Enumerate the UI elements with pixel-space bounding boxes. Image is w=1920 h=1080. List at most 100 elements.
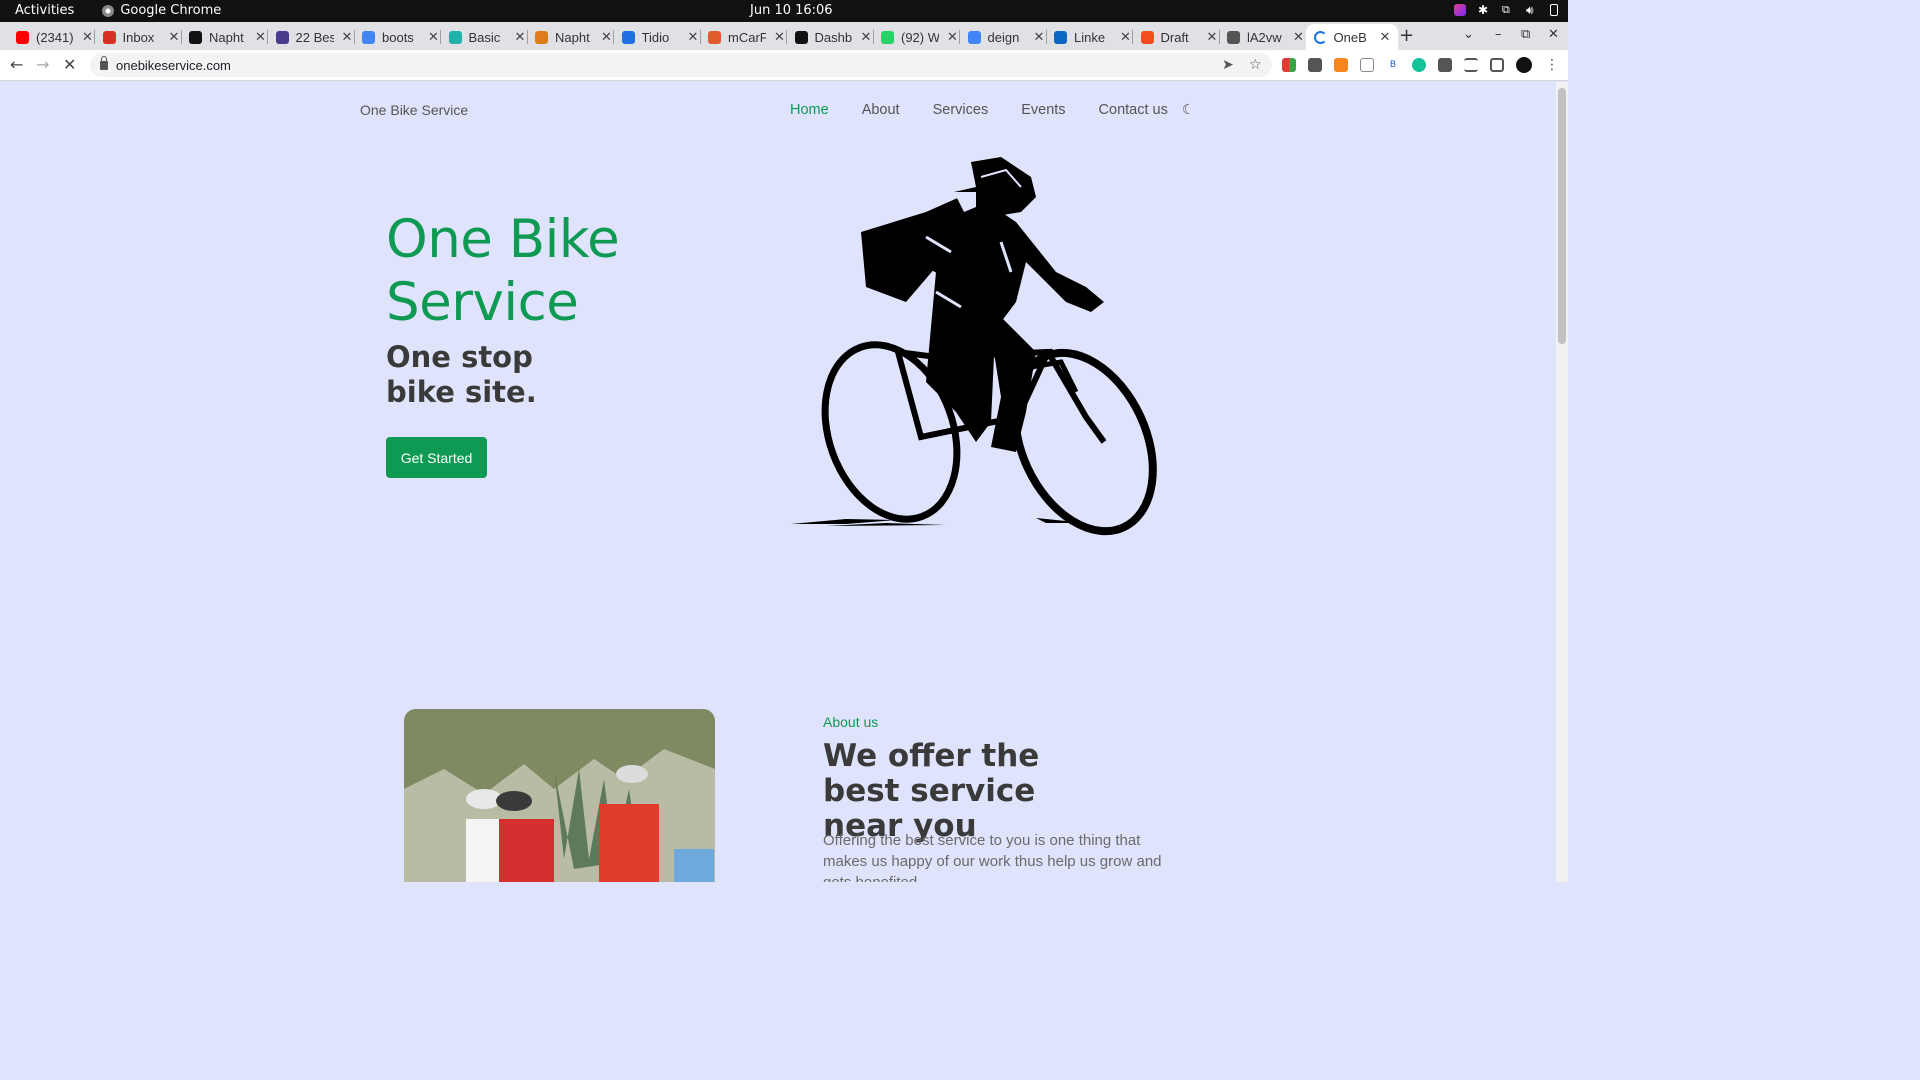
slack-tray-icon[interactable]: ✱ (1478, 4, 1490, 16)
tab-close-icon[interactable]: ✕ (861, 29, 872, 45)
hero-title: One Bike Service (386, 209, 620, 333)
volume-icon[interactable]: 🔊︎ (1526, 4, 1538, 16)
browser-tab[interactable]: mCarF ✕ (708, 26, 785, 48)
clock[interactable]: Jun 10 16:06 (750, 3, 833, 18)
browser-tab[interactable]: Dashb ✕ (794, 26, 872, 48)
moon-icon[interactable]: ☾ (1182, 102, 1195, 118)
chrome-icon (102, 4, 115, 17)
nav-link-about[interactable]: About (862, 102, 900, 118)
tab-close-icon[interactable]: ✕ (428, 29, 439, 45)
minimize-button[interactable]: – (1495, 27, 1502, 42)
site-icon (275, 30, 289, 44)
browser-tab[interactable]: Tidio ✕ (621, 26, 699, 48)
nav-link-contact-us[interactable]: Contact us (1099, 102, 1168, 118)
activities-button[interactable]: Activities (15, 3, 74, 18)
tab-close-icon[interactable]: ✕ (255, 29, 266, 45)
browser-tab[interactable]: (92) W ✕ (881, 26, 958, 48)
tab-label: mCarF (728, 29, 766, 45)
tab-close-icon[interactable]: ✕ (1207, 29, 1218, 45)
scrollbar-thumb[interactable] (1558, 88, 1566, 344)
page-scrollbar[interactable] (1556, 82, 1568, 882)
bitwarden-icon[interactable]: B (1386, 58, 1400, 72)
battery-icon[interactable] (1550, 4, 1558, 16)
extension-multicolor-icon[interactable] (1282, 58, 1296, 72)
toolbar: ← → ✕ onebikeservice.com ➤ ☆ B ⋮ (0, 50, 1568, 81)
google-icon (967, 30, 981, 44)
url-text[interactable]: onebikeservice.com (116, 58, 231, 73)
browser-tab[interactable]: Linke ✕ (1054, 26, 1131, 48)
nav-link-events[interactable]: Events (1021, 102, 1065, 118)
browser-tab[interactable]: Inbox ✕ (102, 26, 180, 48)
browser-tab[interactable]: Draft ✕ (1140, 26, 1218, 48)
browser-tab[interactable]: (2341) ✕ (16, 26, 93, 48)
address-bar[interactable]: onebikeservice.com (90, 53, 1272, 77)
side-panel-icon[interactable] (1490, 58, 1504, 72)
cyclists-photo-illustration (404, 709, 715, 882)
tab-separator (872, 30, 874, 44)
maximize-button[interactable]: ⧉ (1521, 27, 1530, 42)
tab-close-icon[interactable]: ✕ (1034, 29, 1045, 45)
chrome-menu-icon[interactable]: ⋮ (1545, 57, 1559, 73)
browser-tab[interactable]: deign ✕ (967, 26, 1045, 48)
figma-icon (1140, 30, 1154, 44)
grammarly-icon[interactable] (1412, 58, 1426, 72)
linkedin-icon (1054, 30, 1067, 44)
check-circle-icon (794, 30, 808, 44)
profile-avatar[interactable] (1516, 57, 1532, 73)
tab-label: Basic (468, 29, 501, 45)
tab-search-chevron-icon[interactable]: ⌄ (1463, 27, 1474, 42)
json-viewer-icon[interactable] (1360, 58, 1374, 72)
globe-icon (1227, 30, 1240, 44)
tab-close-icon[interactable]: ✕ (1120, 29, 1131, 45)
app-menu[interactable]: Google Chrome (102, 3, 221, 18)
browser-tab[interactable]: lA2vw ✕ (1227, 26, 1304, 48)
network-icon[interactable]: ⧉ (1502, 4, 1514, 16)
github-icon (189, 30, 202, 44)
extensions-puzzle-icon[interactable] (1438, 58, 1452, 72)
forward-button[interactable]: → (36, 55, 49, 74)
tab-close-icon[interactable]: ✕ (515, 29, 526, 45)
tab-close-icon[interactable]: ✕ (1380, 29, 1391, 45)
browser-tab[interactable]: Basic ✕ (448, 26, 526, 48)
tab-close-icon[interactable]: ✕ (1293, 29, 1304, 45)
tab-label: Napht (555, 29, 590, 45)
tab-separator (526, 30, 528, 44)
close-window-button[interactable]: ✕ (1548, 27, 1559, 42)
google-icon (362, 30, 375, 44)
send-tab-icon[interactable]: ➤ (1222, 57, 1234, 73)
tab-close-icon[interactable]: ✕ (169, 29, 180, 45)
tab-close-icon[interactable]: ✕ (82, 29, 93, 45)
whatsapp-icon (881, 30, 894, 44)
gmail-icon (102, 30, 116, 44)
lock-icon[interactable] (100, 55, 108, 70)
tab-label: Dashb (814, 29, 853, 45)
site-brand[interactable]: One Bike Service (360, 102, 468, 118)
tab-separator (959, 30, 960, 44)
rider-jersey-3 (599, 804, 659, 882)
browser-tab[interactable]: Napht ✕ (535, 26, 612, 48)
tab-close-icon[interactable]: ✕ (774, 29, 785, 45)
metamask-icon[interactable] (1334, 58, 1348, 72)
tab-close-icon[interactable]: ✕ (947, 29, 958, 45)
bookmark-star-icon[interactable]: ☆ (1249, 57, 1262, 73)
color-picker-tray-icon[interactable] (1454, 4, 1466, 16)
back-button[interactable]: ← (10, 55, 23, 74)
get-started-button[interactable]: Get Started (386, 437, 487, 478)
browser-tab[interactable]: boots ✕ (362, 26, 439, 48)
browser-tab[interactable]: Napht ✕ (189, 26, 266, 48)
browser-tab[interactable]: 22 Bes ✕ (275, 26, 353, 48)
triangle-icon (708, 30, 721, 44)
new-tab-button[interactable]: + (1399, 25, 1414, 46)
nav-link-services[interactable]: Services (933, 102, 989, 118)
printer-extension-icon[interactable] (1308, 58, 1322, 72)
reading-list-icon[interactable] (1464, 58, 1478, 72)
nav-link-home[interactable]: Home (790, 102, 829, 118)
system-top-bar: Activities Google Chrome Jun 10 16:06 ✱ … (0, 0, 1568, 22)
tab-label: OneB (1333, 29, 1367, 45)
tab-close-icon[interactable]: ✕ (601, 29, 612, 45)
web-page: One Bike Service Home About Services Events… (0, 82, 1556, 882)
browser-tab[interactable]: OneB ✕ (1305, 24, 1399, 50)
stop-loading-button[interactable]: ✕ (63, 55, 76, 74)
tab-close-icon[interactable]: ✕ (342, 29, 353, 45)
tab-close-icon[interactable]: ✕ (688, 29, 699, 45)
